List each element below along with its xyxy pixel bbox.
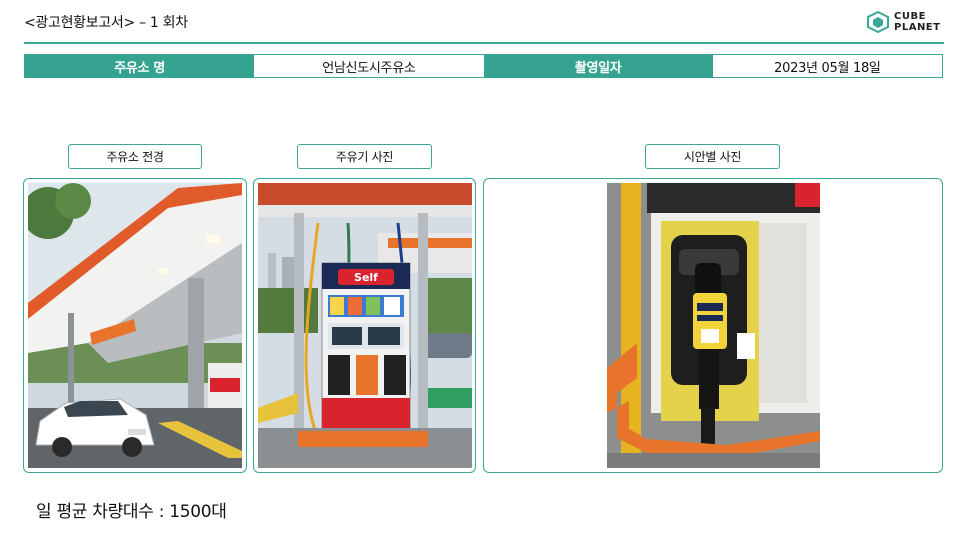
caption-station-view: 주유소 전경 xyxy=(68,144,202,169)
info-table: 주유소 명 언남신도시주유소 촬영일자 2023년 05월 18일 xyxy=(24,54,943,78)
logo-line-2: PLANET xyxy=(894,22,941,33)
pump-photo: Self xyxy=(258,183,472,468)
photo-date-label: 촬영일자 xyxy=(483,55,713,77)
station-name-value: 언남신도시주유소 xyxy=(254,55,484,77)
station-name-label: 주유소 명 xyxy=(25,55,255,77)
photo-date-value: 2023년 05월 18일 xyxy=(712,55,942,77)
svg-text:Self: Self xyxy=(354,271,378,284)
cube-planet-logo: CUBE PLANET xyxy=(866,10,946,34)
cube-logo-icon xyxy=(867,11,889,33)
pump-photo-frame: Self xyxy=(253,178,476,473)
implementation-photo-frame xyxy=(483,178,943,473)
station-view-photo xyxy=(28,183,242,468)
header-divider xyxy=(24,42,944,44)
report-title: <광고현황보고서> – 1 회차 xyxy=(24,15,188,31)
implementation-photo xyxy=(607,183,820,468)
station-view-frame xyxy=(23,178,247,473)
caption-pump-photo: 주유기 사진 xyxy=(297,144,432,169)
daily-traffic-text: 일 평균 차량대수 : 1500대 xyxy=(36,502,227,522)
logo-wordmark: CUBE PLANET xyxy=(894,11,940,33)
logo-line-1: CUBE xyxy=(894,11,926,22)
caption-implementation-photo: 시안별 사진 xyxy=(645,144,780,169)
